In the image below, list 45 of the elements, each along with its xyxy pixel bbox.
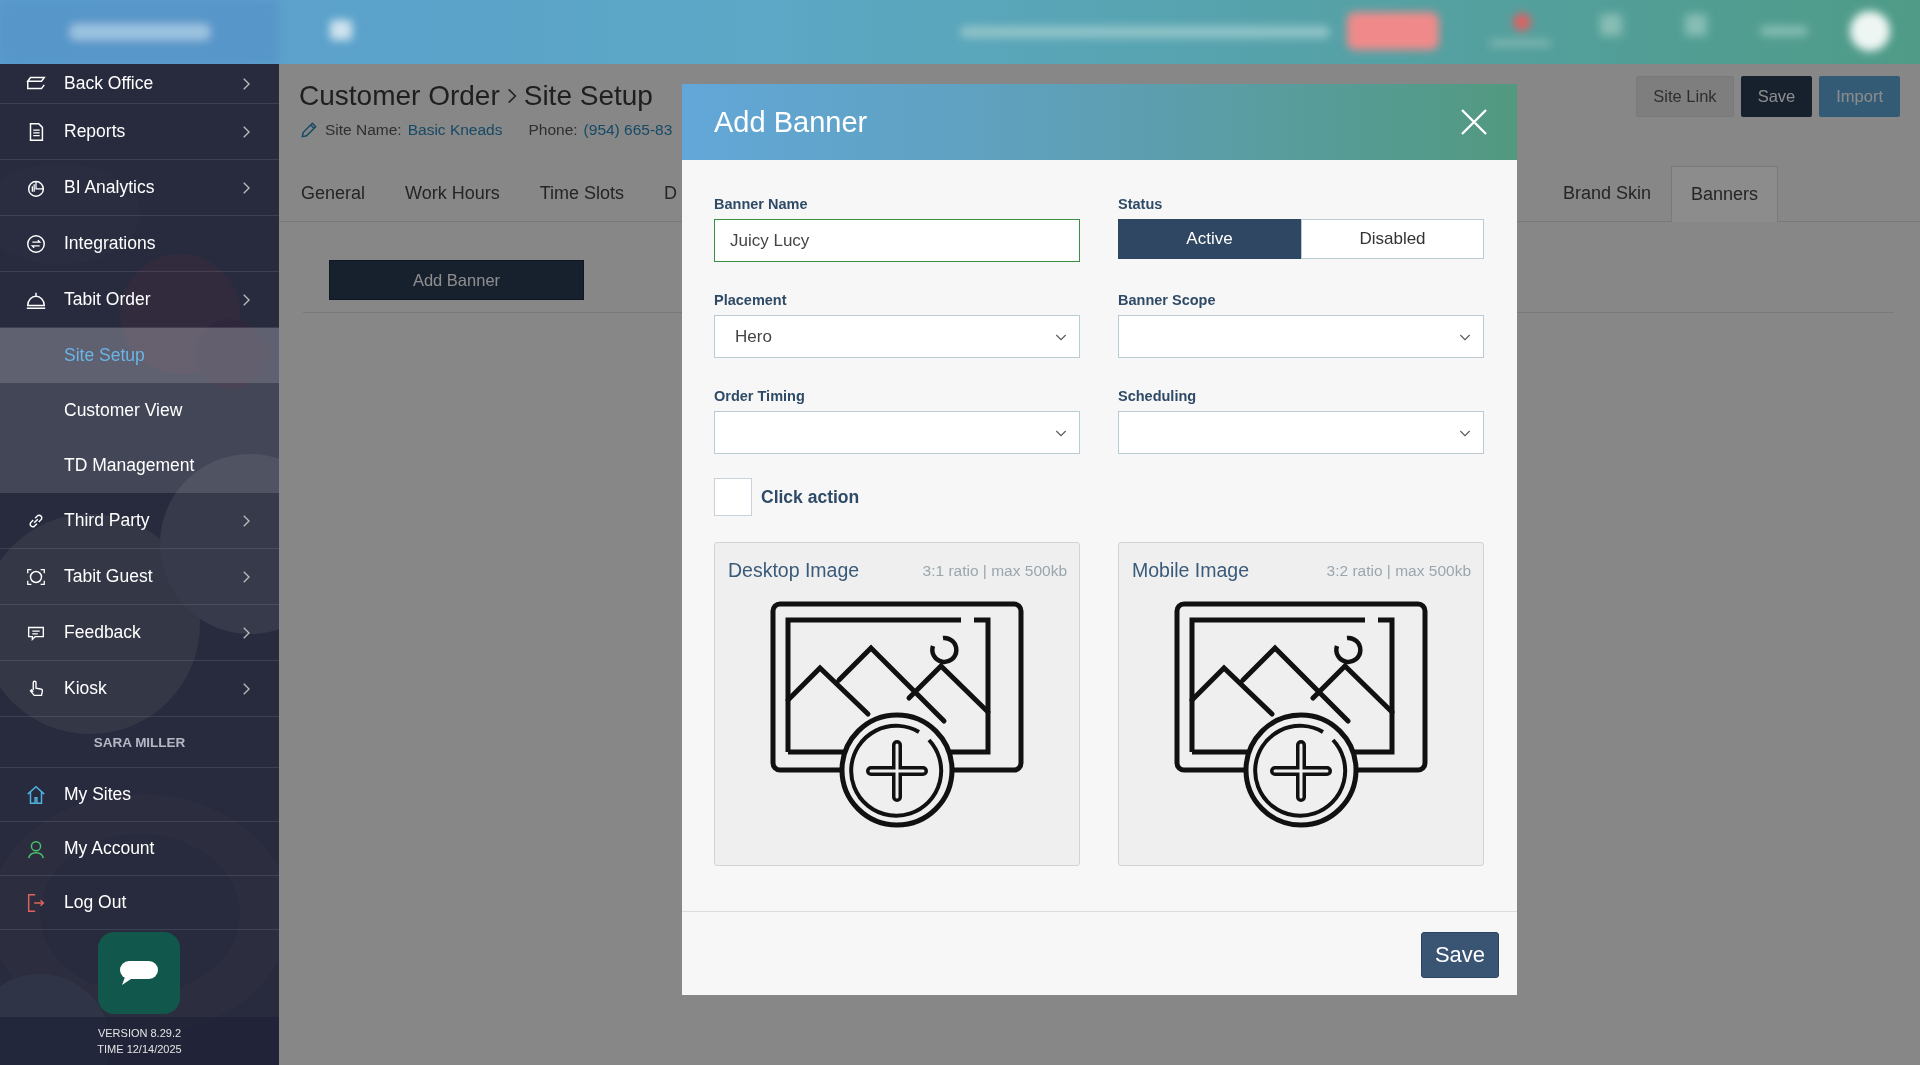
tab[interactable]: Brand Skin	[1542, 166, 1671, 221]
header-button[interactable]: Save	[1740, 76, 1813, 117]
chat-button[interactable]	[97, 932, 180, 1014]
tab[interactable]: General	[299, 166, 386, 221]
tab[interactable]: Work Hours	[385, 166, 520, 221]
card-title: Mobile Image	[1132, 559, 1250, 582]
tab[interactable]: Time Slots	[519, 166, 645, 221]
checkbox[interactable]	[714, 478, 752, 516]
logout-icon	[25, 891, 47, 914]
save-button[interactable]: Save	[1421, 932, 1499, 978]
field-label: Banner Scope	[1118, 292, 1217, 309]
card-title: Desktop Image	[728, 559, 860, 582]
phone-label: Phone:	[528, 121, 578, 139]
add-banner-button[interactable]: Add Banner	[329, 260, 584, 300]
field-label: Order Timing	[714, 388, 806, 405]
field-label: Status	[1118, 196, 1164, 213]
status-option[interactable]: Active	[1118, 219, 1301, 259]
breadcrumb-parent[interactable]: Customer Order	[299, 80, 500, 112]
status-option[interactable]: Disabled	[1301, 219, 1484, 259]
field-label: Banner Name	[714, 196, 809, 213]
site-name-label: Site Name:	[325, 121, 402, 139]
banner-name-field[interactable]: Juicy Lucy	[714, 219, 1080, 262]
dropdown-field[interactable]	[1118, 315, 1484, 358]
image-upload-card[interactable]: Desktop Image 3:1 ratio | max 500kb	[714, 542, 1080, 866]
image-upload-card[interactable]: Mobile Image 3:2 ratio | max 500kb	[1118, 542, 1484, 866]
sidebar-subitem[interactable]: TD Management	[0, 438, 279, 493]
home-icon	[25, 783, 47, 806]
chat-bubble-icon	[117, 958, 160, 988]
field-label: Scheduling	[1118, 388, 1198, 405]
field-label: Placement	[714, 292, 788, 309]
modal-title: Add Banner	[714, 105, 868, 139]
card-hint: 3:2 ratio | max 500kb	[1326, 561, 1471, 580]
card-hint: 3:1 ratio | max 500kb	[922, 561, 1067, 580]
dropdown-field[interactable]: Hero	[714, 315, 1080, 358]
pencil-icon	[299, 120, 319, 140]
version-text: VERSION 8.29.2	[97, 1026, 182, 1041]
page-title: Site Setup	[523, 80, 653, 112]
sidebar-subitem[interactable]: Customer View	[0, 383, 279, 438]
time-text: TIME 12/14/2025	[97, 1042, 182, 1057]
checkbox-label[interactable]: Click action	[761, 486, 860, 508]
dropdown-field[interactable]	[1118, 411, 1484, 454]
dropdown-field[interactable]	[714, 411, 1080, 454]
sync-icon	[25, 232, 47, 255]
sidebar-item[interactable]: Back Office	[0, 64, 279, 104]
tab[interactable]: Banners	[1670, 166, 1778, 222]
